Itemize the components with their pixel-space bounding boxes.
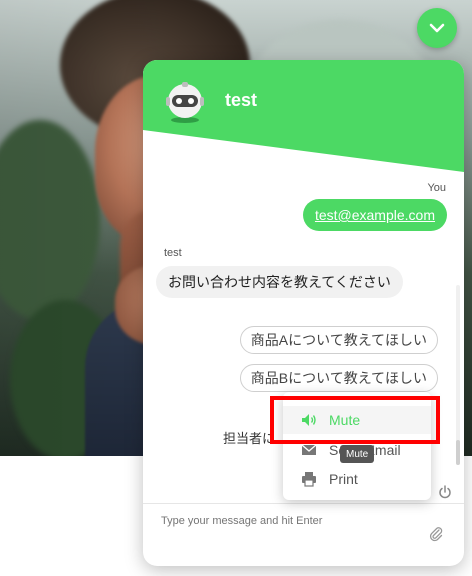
bot-message-bubble: お問い合わせ内容を教えてください <box>156 266 403 298</box>
menu-item-label: Print <box>329 471 358 487</box>
power-icon[interactable] <box>438 485 452 499</box>
paperclip-icon[interactable] <box>429 526 443 542</box>
scrollbar-track[interactable] <box>456 285 460 465</box>
sender-label-bot: test <box>164 247 182 259</box>
chat-header: test <box>143 60 464 200</box>
envelope-icon <box>301 444 317 455</box>
bot-avatar-icon <box>166 82 204 123</box>
printer-icon <box>302 472 316 487</box>
bot-name: test <box>225 90 258 110</box>
chat-toggle-button[interactable] <box>417 8 457 48</box>
menu-item-print[interactable]: Print <box>283 465 431 493</box>
message-input[interactable] <box>161 515 421 527</box>
quick-reply-button[interactable]: 商品Aについて教えてほしい <box>239 326 438 354</box>
scrollbar-thumb[interactable] <box>456 440 460 465</box>
chevron-down-icon <box>429 23 445 33</box>
composer-divider <box>143 503 464 504</box>
user-message-bubble[interactable]: test@example.com <box>302 199 447 231</box>
mute-tooltip: Mute <box>340 445 375 463</box>
highlight-box <box>270 396 440 444</box>
partial-message-text: 担当者に <box>223 431 276 446</box>
quick-reply-button[interactable]: 商品Bについて教えてほしい <box>239 364 438 392</box>
sender-label-you: You <box>427 182 446 194</box>
